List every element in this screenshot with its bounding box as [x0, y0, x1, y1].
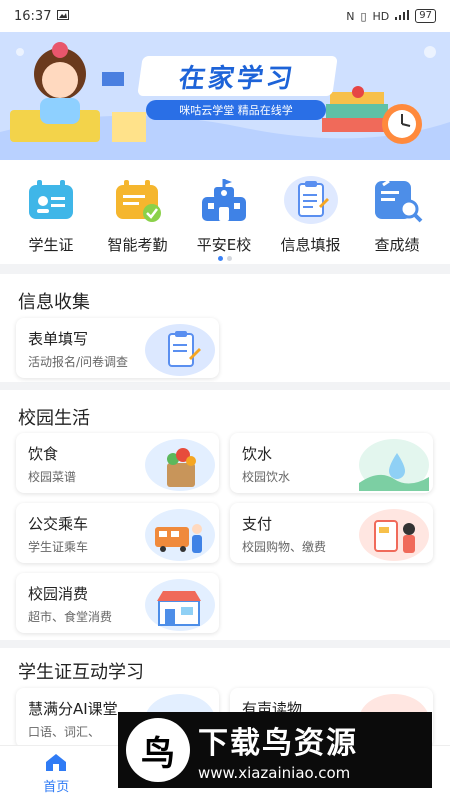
home-icon: [44, 752, 68, 776]
network-label: HD: [372, 9, 390, 23]
school-icon: [197, 176, 251, 224]
card-food[interactable]: 饮食 校园菜谱: [16, 433, 219, 493]
quick-item-grades[interactable]: 查成绩: [358, 176, 436, 255]
section-info-collection: 信息收集 表单填写 活动报名/问卷调查: [0, 274, 450, 382]
card-title: 饮水: [242, 445, 273, 463]
quick-item-safe-school[interactable]: 平安E校: [185, 176, 263, 255]
card-water[interactable]: 饮水 校园饮水: [230, 433, 433, 493]
tab-home[interactable]: 首页: [0, 746, 113, 800]
nfc-icon: N: [346, 9, 355, 23]
status-time: 16:37: [14, 8, 52, 24]
form-illustration-icon: [145, 324, 215, 376]
quick-label: 平安E校: [196, 236, 252, 254]
card-subtitle: 活动报名/问卷调查: [28, 355, 129, 369]
page-indicator: [0, 256, 450, 261]
bus-icon: [145, 509, 215, 561]
banner-subtitle: 咪咕云学堂 精品在线学: [146, 100, 326, 120]
payment-card-icon: [359, 509, 429, 561]
quick-label: 信息填报: [280, 236, 341, 254]
card-subtitle: 口语、词汇、: [28, 725, 101, 739]
watermark-url: www.xiazainiao.com: [198, 764, 351, 782]
page-dot: [218, 256, 223, 261]
grocery-icon: [145, 439, 215, 491]
form-icon: [283, 176, 338, 224]
student-card-icon: [24, 176, 78, 224]
card-subtitle: 校园购物、缴费: [242, 540, 327, 554]
attendance-icon: [111, 176, 165, 224]
card-bus[interactable]: 公交乘车 学生证乘车: [16, 503, 219, 563]
quick-item-student-card[interactable]: 学生证: [12, 176, 90, 255]
watermark-brand: 下载鸟资源: [198, 726, 358, 761]
banner-title: 在家学习: [137, 56, 338, 96]
status-bar: 16:37 N ▯ HD 97: [0, 0, 450, 32]
quick-label: 智能考勤: [107, 236, 168, 254]
grade-search-icon: [370, 176, 424, 224]
quick-item-info-report[interactable]: 信息填报: [272, 176, 350, 255]
card-form-fill[interactable]: 表单填写 活动报名/问卷调查: [16, 318, 219, 378]
page-dot: [227, 256, 232, 261]
water-drop-icon: [359, 439, 429, 491]
card-title: 公交乘车: [28, 515, 89, 533]
card-title: 饮食: [28, 445, 59, 463]
quick-access: 学生证 智能考勤 平安E校 信息填报 查成绩: [0, 160, 450, 264]
card-campus-spending[interactable]: 校园消费 超市、食堂消费: [16, 573, 219, 633]
signal-icon: [395, 9, 410, 23]
card-subtitle: 学生证乘车: [28, 540, 89, 554]
section-campus-life: 校园生活 饮食 校园菜谱 饮水 校园饮水 公交乘车 学生证乘车 支付 校园购物、…: [0, 390, 450, 640]
card-payment[interactable]: 支付 校园购物、缴费: [230, 503, 433, 563]
quick-label: 学生证: [28, 236, 74, 254]
shop-icon: [145, 579, 215, 631]
card-subtitle: 校园菜谱: [28, 470, 77, 484]
quick-label: 查成绩: [374, 236, 420, 254]
promo-banner[interactable]: 在家学习 咪咕云学堂 精品在线学: [0, 32, 450, 160]
card-title: 支付: [242, 515, 273, 533]
tab-home-label: 首页: [43, 779, 70, 795]
section-title: 学生证互动学习: [18, 662, 144, 683]
vibrate-icon: ▯: [360, 9, 367, 23]
banner-illustration: [0, 32, 450, 160]
card-subtitle: 超市、食堂消费: [28, 610, 113, 624]
card-title: 校园消费: [28, 585, 89, 603]
card-title: 慧满分AI课堂: [28, 700, 118, 718]
quick-item-attendance[interactable]: 智能考勤: [99, 176, 177, 255]
section-title: 信息收集: [18, 292, 90, 313]
section-title: 校园生活: [18, 408, 90, 429]
card-subtitle: 校园饮水: [242, 470, 291, 484]
battery-icon: 97: [415, 9, 436, 23]
image-notification-icon: [57, 9, 70, 24]
watermark-logo-icon: 鸟: [126, 718, 190, 782]
watermark-overlay: 鸟 下载鸟资源 www.xiazainiao.com: [118, 712, 432, 788]
card-title: 表单填写: [28, 330, 89, 348]
